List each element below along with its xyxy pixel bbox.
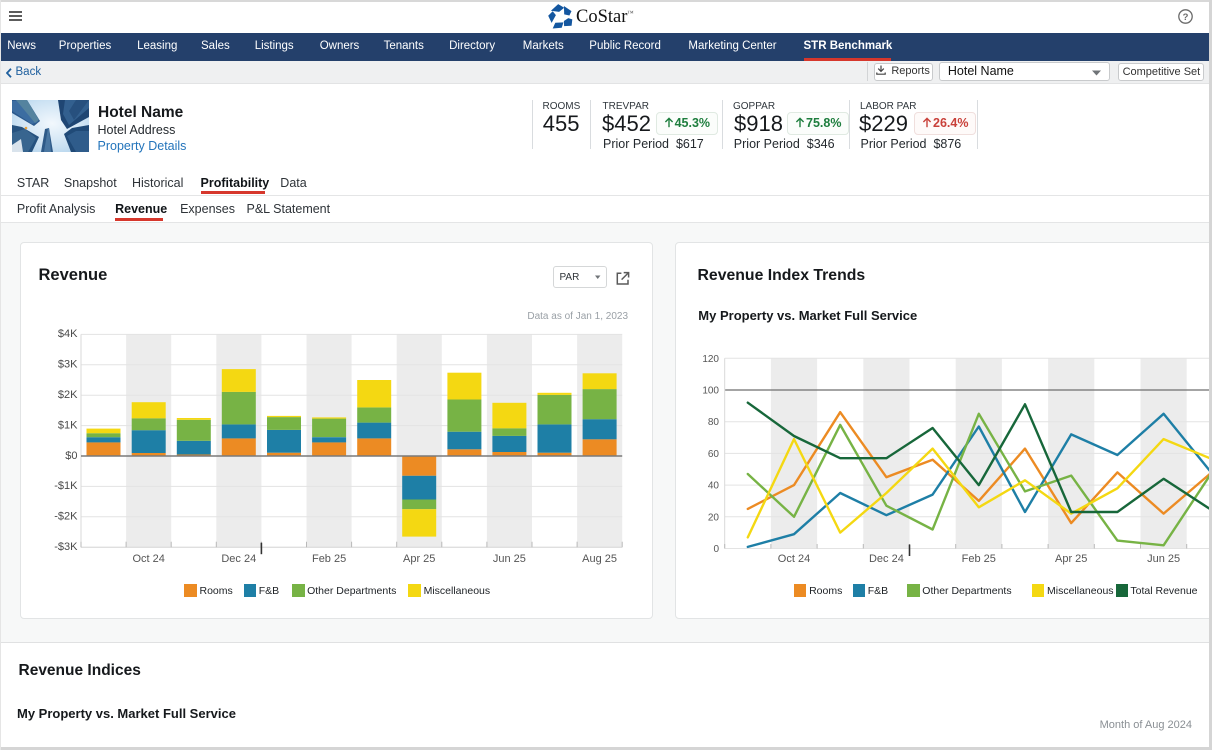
svg-text:80: 80 bbox=[708, 417, 720, 428]
svg-text:120: 120 bbox=[702, 354, 719, 365]
svg-text:100: 100 bbox=[702, 386, 719, 397]
svg-text:Dec 24: Dec 24 bbox=[869, 553, 904, 565]
svg-text:Apr 25: Apr 25 bbox=[1055, 553, 1087, 565]
svg-text:40: 40 bbox=[708, 481, 720, 492]
svg-text:Oct 24: Oct 24 bbox=[778, 553, 810, 565]
svg-text:60: 60 bbox=[708, 449, 720, 460]
svg-text:0: 0 bbox=[713, 544, 719, 555]
svg-text:Jun 25: Jun 25 bbox=[1147, 553, 1180, 565]
svg-text:Feb 25: Feb 25 bbox=[962, 553, 996, 565]
svg-text:20: 20 bbox=[708, 512, 720, 523]
